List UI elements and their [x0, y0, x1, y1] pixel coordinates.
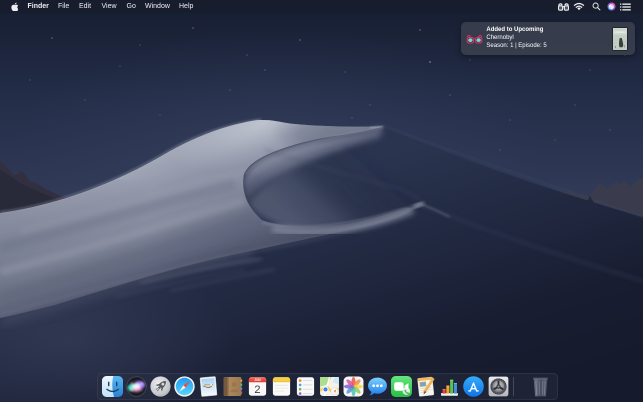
svg-text:2: 2	[254, 384, 260, 396]
svg-text:JUN: JUN	[254, 378, 261, 382]
